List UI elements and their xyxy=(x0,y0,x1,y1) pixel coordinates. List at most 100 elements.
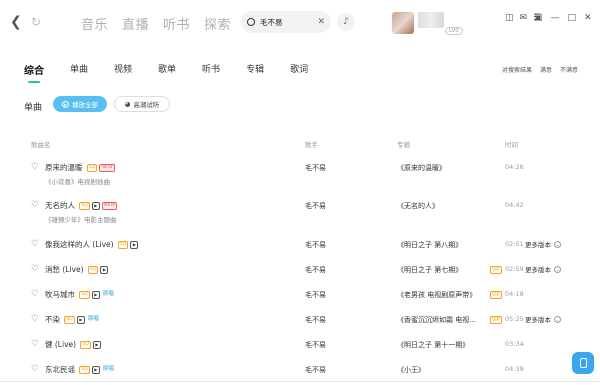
song-subtitle[interactable]: 《雄狮少年》电影主题曲 xyxy=(45,214,117,224)
song-artist[interactable]: 毛不易 xyxy=(305,315,326,325)
song-artist[interactable]: 毛不易 xyxy=(305,240,326,250)
top-tab-audiobook[interactable]: 听书 xyxy=(163,14,190,33)
phone-icon xyxy=(579,358,587,368)
table-row[interactable]: ♡ 东北民谣 SQ ▶ 原唱 毛不易 《小王》 04:39 xyxy=(0,359,600,381)
song-title-line: 像我这样的人 (Live) SQ VIP ▶ xyxy=(45,239,502,274)
table-row[interactable]: ♡ 原来的温暖 SQ NEW 《小欢喜》电视剧插曲 毛不易 《原来的温暖》 04:… xyxy=(0,158,600,192)
top-tab-music[interactable]: 音乐 xyxy=(81,14,108,33)
song-album[interactable]: 《明日之子 第八期》 xyxy=(397,240,462,250)
col-time: 时间 xyxy=(505,141,518,149)
table-row[interactable]: ♡ 牧马城市 SQ VIP ▶ 原唱 毛不易 《老男孩 电视剧原声带》 04:18 xyxy=(0,284,600,324)
heart-icon[interactable]: ♡ xyxy=(31,339,39,349)
song-album[interactable]: 《无名的人》 xyxy=(397,201,439,211)
mail-icon[interactable]: ✉ xyxy=(520,13,528,23)
refresh-icon[interactable]: ↻ xyxy=(31,15,41,29)
satisfied-link[interactable]: 满意 xyxy=(540,65,552,74)
song-subtitle[interactable]: 《小欢喜》电视剧插曲 xyxy=(45,176,110,186)
song-artist[interactable]: 毛不易 xyxy=(305,201,326,211)
back-arrow-icon[interactable]: ❮ xyxy=(10,14,22,30)
song-title[interactable]: 像我这样的人 (Live) xyxy=(45,239,114,250)
more-versions[interactable]: 更多版本 ⌄ xyxy=(525,264,561,274)
mv-icon[interactable]: ▶ xyxy=(91,365,100,374)
mv-icon[interactable]: ▶ xyxy=(76,315,85,324)
tab-songs[interactable]: 单曲 xyxy=(70,62,88,77)
table-row[interactable]: ♡ 不染 SQ ▶ 原唱 毛不易 《香蜜沉沉烬如霜 电视... 05:25 更多版本… xyxy=(0,309,600,331)
song-title-line: 无名的人 SQ ▶ NEW xyxy=(45,200,118,211)
song-album[interactable]: 《香蜜沉沉烬如霜 电视... xyxy=(397,315,476,325)
more-versions[interactable]: 更多版本 ⌄ xyxy=(525,314,561,324)
mv-icon[interactable]: ▶ xyxy=(100,265,109,274)
song-album[interactable]: 《老男孩 电视剧原声带》 xyxy=(397,290,476,300)
heart-icon[interactable]: ♡ xyxy=(31,314,39,324)
voice-search-icon[interactable]: ♪ xyxy=(337,13,355,31)
song-album[interactable]: 《小王》 xyxy=(397,365,425,375)
song-title[interactable]: 原来的温暖 xyxy=(45,162,83,173)
top-bar: ❮ ↻ 音乐 直播 听书 探索 毛不易 ✕ ♪ LV0 ◫ ✉ ☰ ▣ — □ … xyxy=(0,0,600,46)
sq-badge: SQ xyxy=(86,163,98,172)
tab-albums[interactable]: 专辑 xyxy=(246,62,264,77)
sq-badge: SQ xyxy=(64,315,75,324)
mobile-sync-button[interactable] xyxy=(572,352,594,374)
play-all-label: 播放全部 xyxy=(72,101,98,109)
tab-playlists[interactable]: 歌单 xyxy=(158,62,176,77)
close-icon[interactable]: ✕ xyxy=(584,13,592,23)
new-badge: NEW xyxy=(101,201,118,210)
top-tab-live[interactable]: 直播 xyxy=(122,14,149,33)
highlight-preview-button[interactable]: ◕ 高潮试听 xyxy=(114,96,170,112)
mv-icon[interactable]: ▶ xyxy=(92,340,101,349)
heart-icon[interactable]: ♡ xyxy=(31,162,39,172)
tab-comprehensive[interactable]: 综合 xyxy=(24,62,44,83)
mv-icon[interactable]: ▶ xyxy=(130,240,139,249)
song-title[interactable]: 消愁 (Live) xyxy=(45,264,84,275)
song-artist[interactable]: 毛不易 xyxy=(305,340,326,350)
song-title[interactable]: 不染 xyxy=(45,314,60,325)
search-icon xyxy=(247,18,255,26)
maximize-icon[interactable]: □ xyxy=(568,13,577,23)
avatar[interactable] xyxy=(392,12,414,34)
unsatisfied-link[interactable]: 不满意 xyxy=(560,65,578,74)
more-versions-label: 更多版本 xyxy=(525,241,551,249)
song-artist[interactable]: 毛不易 xyxy=(305,265,326,275)
song-title-line: 不染 SQ ▶ 原唱 xyxy=(45,314,100,325)
shirt-icon[interactable]: ◫ xyxy=(505,13,514,23)
mini-mode-icon[interactable]: ▣ xyxy=(534,13,543,23)
table-row[interactable]: ♡ 像我这样的人 (Live) SQ VIP ▶ 毛不易 《明日之子 第八期》 02… xyxy=(0,234,600,274)
player-bar-edge xyxy=(0,381,600,385)
level-badge: LV0 xyxy=(445,27,463,35)
heart-icon[interactable]: ♡ xyxy=(31,264,39,274)
song-album[interactable]: 《明日之子 第十一期》 xyxy=(397,340,469,350)
heart-icon[interactable]: ♡ xyxy=(31,289,39,299)
song-title[interactable]: 健 (Live) xyxy=(45,339,76,350)
song-album[interactable]: 《原来的温暖》 xyxy=(397,163,446,173)
table-row[interactable]: ♡ 无名的人 SQ ▶ NEW 《雄狮少年》电影主题曲 毛不易 《无名的人》 04:… xyxy=(0,196,600,230)
song-title-line: 原来的温暖 SQ NEW xyxy=(45,162,115,173)
heart-icon[interactable]: ♡ xyxy=(31,200,39,210)
mv-icon[interactable]: ▶ xyxy=(91,290,100,299)
original-badge: 原唱 xyxy=(102,366,114,372)
search-input[interactable]: 毛不易 ✕ xyxy=(241,11,331,33)
song-album[interactable]: 《明日之子 第七期》 xyxy=(397,265,462,275)
table-row[interactable]: ♡ 消愁 (Live) SQ VIP ▶ 毛不易 《明日之子 第七期》 02:59 … xyxy=(0,259,600,299)
mv-icon[interactable]: ▶ xyxy=(91,201,100,210)
search-value[interactable]: 毛不易 xyxy=(260,17,317,28)
song-title[interactable]: 牧马城市 xyxy=(45,289,75,300)
tab-videos[interactable]: 视频 xyxy=(114,62,132,77)
table-row[interactable]: ♡ 健 (Live) SQ ▶ 毛不易 《明日之子 第十一期》 03:34 xyxy=(0,334,600,356)
minimize-icon[interactable]: — xyxy=(551,13,560,23)
heart-icon[interactable]: ♡ xyxy=(31,364,39,374)
top-tab-explore[interactable]: 探索 xyxy=(204,14,231,33)
sq-badge: SQ xyxy=(79,201,90,210)
tab-lyrics[interactable]: 歌词 xyxy=(290,62,308,77)
more-versions[interactable]: 更多版本 ⌄ xyxy=(525,239,561,249)
top-nav-tabs: 音乐 直播 听书 探索 xyxy=(81,14,231,33)
song-title[interactable]: 东北民谣 xyxy=(45,364,75,375)
tab-audiobooks[interactable]: 听书 xyxy=(202,62,220,77)
song-artist[interactable]: 毛不易 xyxy=(305,290,326,300)
username[interactable] xyxy=(418,12,444,28)
play-all-button[interactable]: ▶ 播放全部 xyxy=(53,96,107,112)
song-artist[interactable]: 毛不易 xyxy=(305,365,326,375)
heart-icon[interactable]: ♡ xyxy=(31,239,39,249)
song-artist[interactable]: 毛不易 xyxy=(305,163,326,173)
clear-icon[interactable]: ✕ xyxy=(317,17,325,27)
song-title[interactable]: 无名的人 xyxy=(45,200,75,211)
